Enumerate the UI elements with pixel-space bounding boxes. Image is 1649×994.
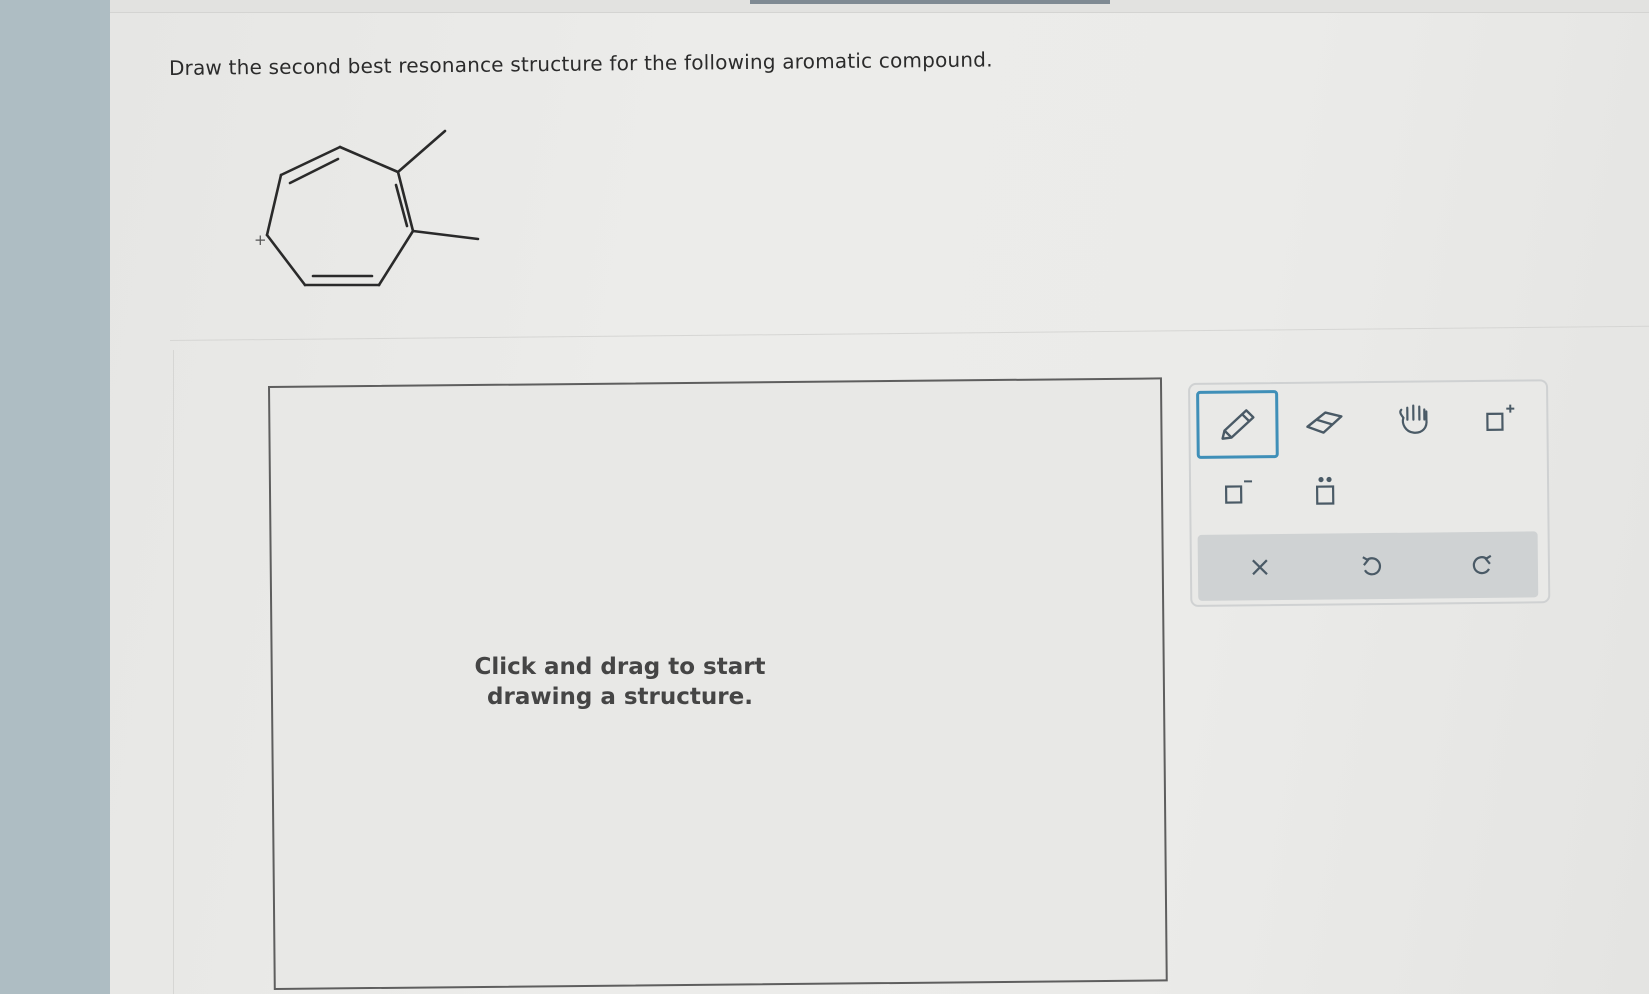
undo-icon <box>1362 556 1382 576</box>
top-progress-bar <box>750 0 1110 4</box>
add-positive-charge-tool[interactable] <box>1460 387 1537 450</box>
molecule-drawing: + <box>254 129 480 287</box>
close-icon <box>1252 559 1268 576</box>
undo-button[interactable] <box>1342 541 1403 592</box>
positive-charge-label: + <box>254 231 267 249</box>
action-bar <box>1197 531 1539 601</box>
add-lone-pair-tool[interactable] <box>1287 459 1364 522</box>
clear-button[interactable] <box>1230 542 1291 593</box>
top-edge <box>110 0 1649 13</box>
eraser-icon <box>1306 411 1343 434</box>
add-negative-charge-tool[interactable] <box>1197 460 1274 523</box>
pencil-icon <box>1221 409 1255 440</box>
drawing-toolbox <box>1188 379 1551 607</box>
hand-tool[interactable] <box>1376 388 1453 451</box>
hand-icon <box>1399 404 1428 434</box>
lone-pair-icon <box>1315 476 1335 505</box>
redo-button[interactable] <box>1452 540 1513 591</box>
redo-icon <box>1472 554 1492 575</box>
pencil-tool[interactable] <box>1196 390 1279 459</box>
positive-charge-icon <box>1486 404 1515 431</box>
negative-charge-icon <box>1224 480 1253 504</box>
canvas-hint: Click and drag to start drawing a struct… <box>474 654 766 710</box>
molecule-structure: + <box>250 125 520 315</box>
eraser-tool[interactable] <box>1286 389 1363 452</box>
